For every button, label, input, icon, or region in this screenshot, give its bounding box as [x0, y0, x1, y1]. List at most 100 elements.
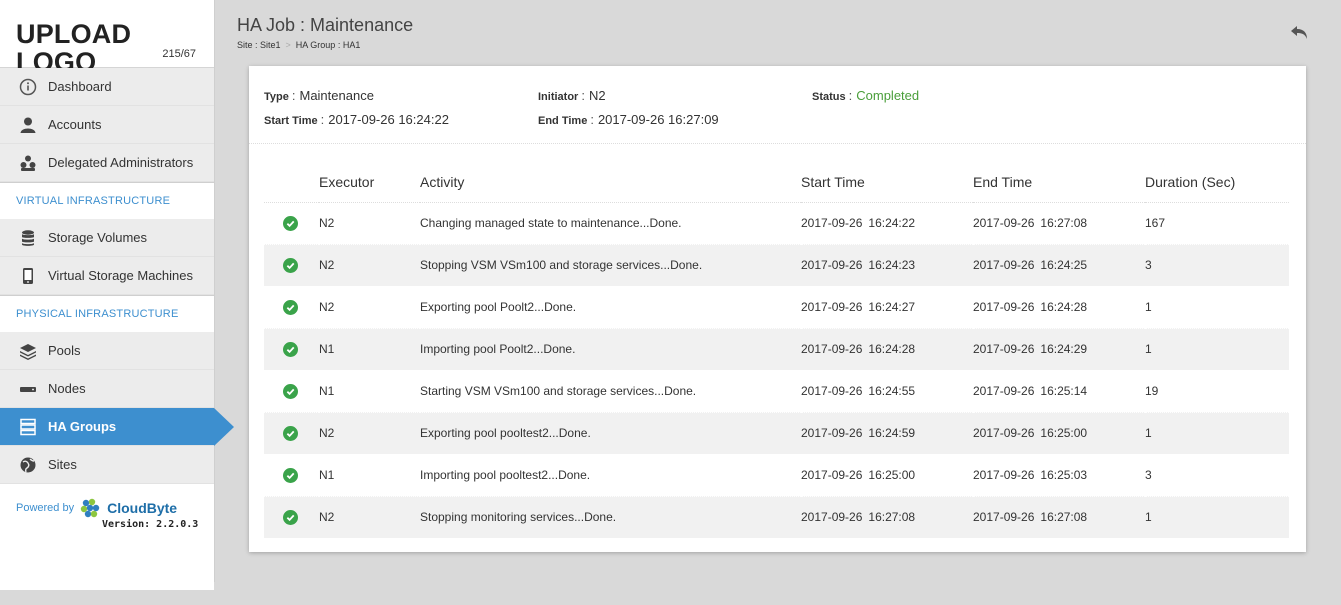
table-row: N2 Changing managed state to maintenance.…: [264, 202, 1289, 245]
nav-item-sites[interactable]: Sites: [0, 446, 214, 484]
activity-cell: Stopping VSM VSm100 and storage services…: [420, 244, 801, 287]
activity-cell: Exporting pool Poolt2...Done.: [420, 286, 801, 329]
end-time-cell: 2017-09-26 16:24:28: [973, 286, 1145, 329]
mobile-icon: [18, 266, 38, 286]
table-row: N2 Stopping monitoring services...Done. 20…: [264, 496, 1289, 539]
start-clock: 16:24:28: [868, 342, 916, 356]
cloudbyte-brand: CloudByte: [107, 500, 178, 516]
col-activity[interactable]: Activity: [420, 162, 801, 203]
duration-cell: 1: [1145, 286, 1289, 329]
check-circle-icon: [283, 425, 298, 441]
executor-cell: N2: [319, 244, 420, 287]
nodes-icon: [18, 379, 38, 399]
activity-cell: Importing pool Poolt2...Done.: [420, 328, 801, 371]
executor-cell: N2: [319, 412, 420, 455]
nav-item-virtual-storage-machines[interactable]: Virtual Storage Machines: [0, 257, 214, 295]
executor-cell: N2: [319, 286, 420, 329]
breadcrumb-ha-group[interactable]: HA Group : HA1: [296, 40, 361, 50]
activity-cell: Stopping monitoring services...Done.: [420, 496, 801, 539]
start-time-cell: 2017-09-26 16:24:28: [801, 328, 973, 371]
duration-cell: 1: [1145, 328, 1289, 371]
activity-cell: Changing managed state to maintenance...…: [420, 202, 801, 245]
start-clock: 16:27:08: [868, 510, 916, 524]
end-clock: 16:24:29: [1040, 342, 1088, 356]
status-cell: [264, 328, 319, 371]
breadcrumb-separator-icon: >: [285, 40, 291, 50]
sidebar: UPLOAD LOGO 215/67 Dashboard Accounts De…: [0, 0, 234, 590]
start-clock: 16:24:27: [868, 300, 916, 314]
end-date: 2017-09-26: [973, 384, 1035, 398]
nav-label: Dashboard: [48, 79, 112, 94]
end-clock: 16:27:08: [1040, 216, 1088, 230]
logo-area[interactable]: UPLOAD LOGO 215/67: [0, 0, 214, 76]
info-icon: [18, 77, 38, 97]
end-clock: 16:24:28: [1040, 300, 1088, 314]
nav-label: Delegated Administrators: [48, 155, 194, 170]
col-start-time[interactable]: Start Time: [801, 162, 973, 203]
col-duration[interactable]: Duration (Sec): [1145, 162, 1289, 203]
end-time-cell: 2017-09-26 16:25:03: [973, 454, 1145, 497]
back-button[interactable]: [1290, 23, 1310, 43]
section-physical-infrastructure: PHYSICAL INFRASTRUCTURE: [0, 295, 214, 332]
end-time-cell: 2017-09-26 16:27:08: [973, 202, 1145, 245]
status-cell: [264, 454, 319, 497]
users-icon: [18, 153, 38, 173]
version-text: Version: 2.2.0.3: [102, 519, 199, 530]
start-date: 2017-09-26: [801, 258, 863, 272]
check-circle-icon: [283, 341, 298, 357]
duration-cell: 1: [1145, 412, 1289, 455]
check-circle-icon: [283, 383, 298, 399]
col-executor[interactable]: Executor: [319, 162, 420, 203]
end-date: 2017-09-26: [973, 510, 1035, 524]
end-date: 2017-09-26: [973, 426, 1035, 440]
activity-cell: Importing pool pooltest2...Done.: [420, 454, 801, 497]
executor-cell: N1: [319, 454, 420, 497]
table-row: N1 Importing pool pooltest2...Done. 2017-0…: [264, 454, 1289, 497]
nav-item-delegated-administrators[interactable]: Delegated Administrators: [0, 144, 214, 182]
end-date: 2017-09-26: [973, 300, 1035, 314]
nav-item-nodes[interactable]: Nodes: [0, 370, 214, 408]
executor-cell: N1: [319, 328, 420, 371]
layers-icon: [18, 341, 38, 361]
duration-cell: 3: [1145, 454, 1289, 497]
start-clock: 16:24:23: [868, 258, 916, 272]
nav-item-ha-groups[interactable]: HA Groups: [0, 408, 234, 446]
start-date: 2017-09-26: [801, 510, 863, 524]
section-virtual-infrastructure: VIRTUAL INFRASTRUCTURE: [0, 182, 214, 219]
duration-cell: 1: [1145, 496, 1289, 539]
start-time-cell: 2017-09-26 16:24:23: [801, 244, 973, 287]
nav-label: Sites: [48, 457, 77, 472]
table-row: N1 Importing pool Poolt2...Done. 2017-09-2…: [264, 328, 1289, 371]
start-time-cell: 2017-09-26 16:25:00: [801, 454, 973, 497]
logo-dimensions: 215/67: [162, 48, 196, 60]
status-cell: [264, 244, 319, 287]
start-time-cell: 2017-09-26 16:24:55: [801, 370, 973, 413]
end-clock: 16:27:08: [1040, 510, 1088, 524]
nav-item-accounts[interactable]: Accounts: [0, 106, 214, 144]
executor-cell: N2: [319, 202, 420, 245]
nav-item-dashboard[interactable]: Dashboard: [0, 68, 214, 106]
end-date: 2017-09-26: [973, 258, 1035, 272]
start-clock: 16:24:59: [868, 426, 916, 440]
check-circle-icon: [283, 299, 298, 315]
user-icon: [18, 115, 38, 135]
activity-cell: Exporting pool pooltest2...Done.: [420, 412, 801, 455]
nav-item-storage-volumes[interactable]: Storage Volumes: [0, 219, 214, 257]
database-icon: [18, 228, 38, 248]
table-row: N2 Exporting pool pooltest2...Done. 2017-0…: [264, 412, 1289, 455]
end-date: 2017-09-26: [973, 468, 1035, 482]
executor-cell: N2: [319, 496, 420, 539]
start-date: 2017-09-26: [801, 342, 863, 356]
end-clock: 16:25:00: [1040, 426, 1088, 440]
start-clock: 16:25:00: [868, 468, 916, 482]
breadcrumb-site[interactable]: Site : Site1: [237, 40, 281, 50]
nav-item-pools[interactable]: Pools: [0, 332, 214, 370]
col-end-time[interactable]: End Time: [973, 162, 1145, 203]
activity-table: Executor Activity Start Time End Time Du…: [264, 162, 1289, 539]
nav-label: Accounts: [48, 117, 102, 132]
back-arrow-icon: [1291, 26, 1307, 39]
nav-label: HA Groups: [48, 419, 117, 434]
duration-cell: 19: [1145, 370, 1289, 413]
globe-icon: [18, 455, 38, 475]
end-time-cell: 2017-09-26 16:24:29: [973, 328, 1145, 371]
